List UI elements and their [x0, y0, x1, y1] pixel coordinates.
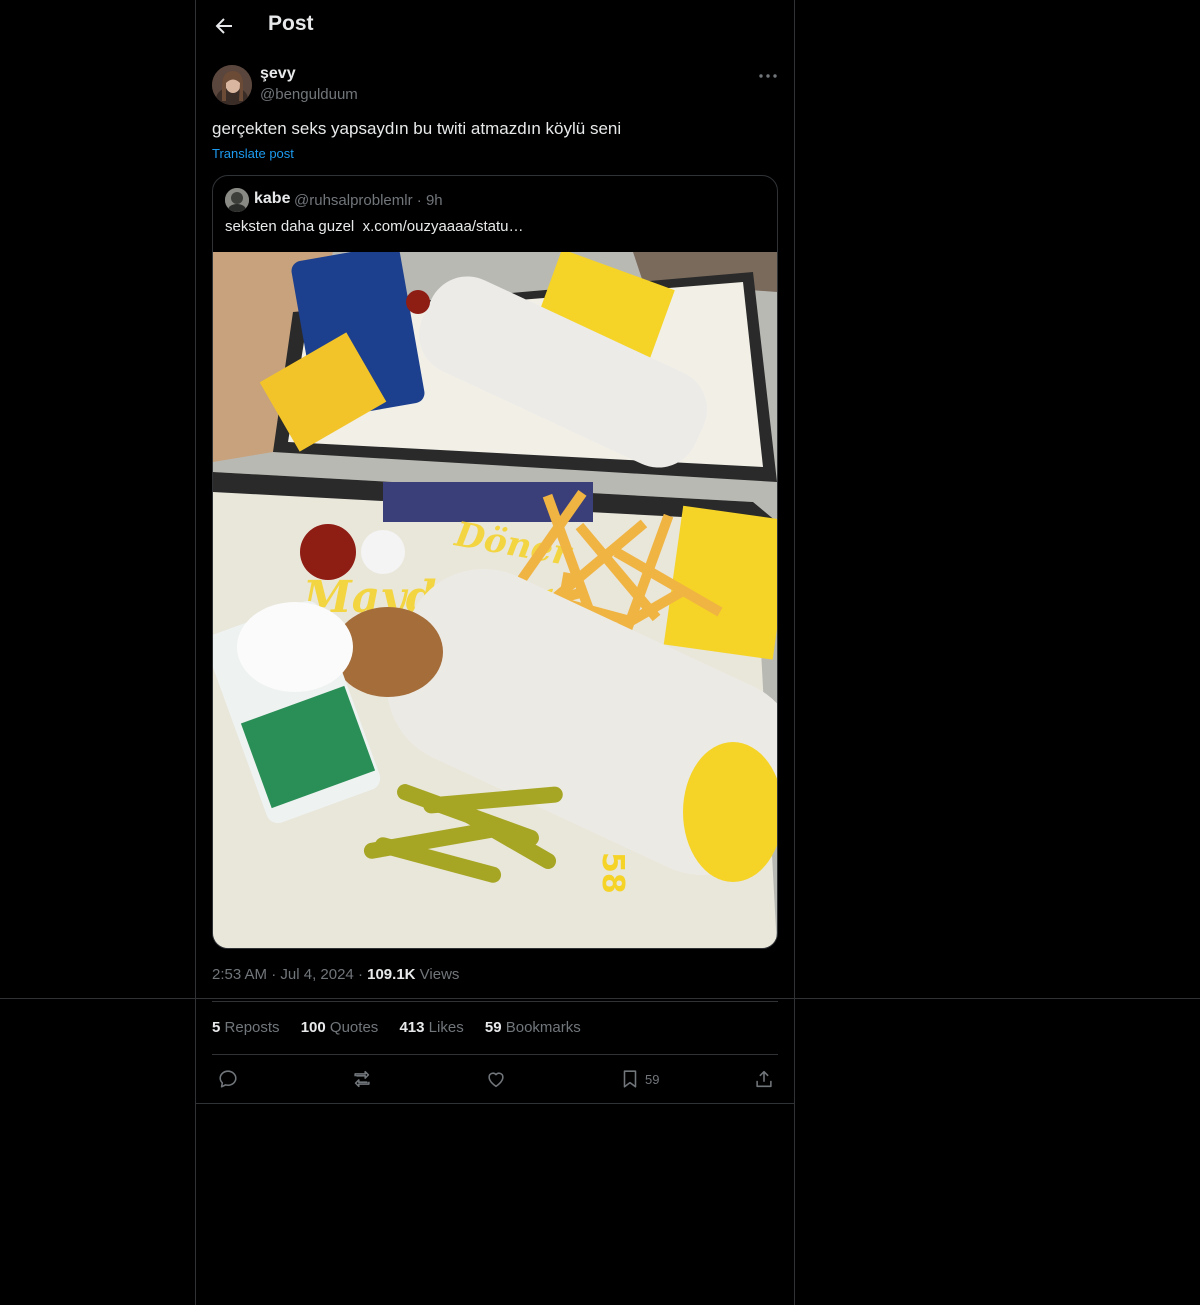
reply-icon — [219, 1070, 237, 1088]
quoted-post-time: 9h — [425, 192, 443, 209]
meta-separator: · — [357, 966, 363, 983]
quoted-author-avatar — [225, 188, 249, 212]
bookmarks-stat[interactable]: 59 Bookmarks — [485, 1019, 581, 1036]
quotes-stat[interactable]: 100 Quotes — [301, 1019, 379, 1036]
page-title: Post — [268, 12, 314, 35]
more-options-icon[interactable] — [756, 64, 780, 88]
bookmarks-label: Bookmarks — [505, 1019, 581, 1036]
share-button[interactable] — [753, 1067, 775, 1091]
meta-separator: · — [271, 966, 277, 983]
post-text: gerçekten seks yapsaydın bu twiti atmazd… — [212, 119, 622, 138]
bookmark-count: 59 — [645, 1071, 660, 1087]
reposts-stat[interactable]: 5 Reposts — [212, 1019, 280, 1036]
quoted-post[interactable]: kabe @ruhsalproblemlr · 9h seksten daha … — [212, 175, 778, 949]
quoted-post-link[interactable]: x.com/ouzyaaaa/statu… — [363, 218, 524, 235]
quoted-author-handle: @ruhsalproblemlr — [294, 192, 413, 209]
likes-label: Likes — [428, 1019, 464, 1036]
quoted-post-text: seksten daha guzel x.com/ouzyaaaa/statu… — [225, 218, 524, 235]
divider — [196, 1103, 794, 1104]
author-display-name[interactable]: şevy — [260, 65, 296, 83]
like-button[interactable] — [485, 1067, 507, 1091]
meta-separator: · — [416, 192, 422, 209]
action-bar: 59 — [196, 1055, 794, 1103]
heart-icon — [488, 1072, 504, 1088]
repost-icon — [354, 1070, 370, 1088]
reply-button[interactable] — [217, 1067, 239, 1091]
main-column: Post şevy @bengulduum gerçekten seks yap… — [195, 0, 795, 1305]
author-avatar[interactable] — [212, 65, 252, 105]
views-count: 109.1K — [367, 966, 416, 983]
tray-number-text: 58 — [595, 852, 630, 894]
bookmark-button[interactable]: 59 — [619, 1067, 659, 1091]
repost-button[interactable] — [351, 1067, 373, 1091]
quoted-author-name: kabe — [254, 190, 291, 207]
horizontal-rule — [0, 998, 1200, 999]
post-metadata: 2:53 AM · Jul 4, 2024 · 109.1K Views — [212, 966, 459, 983]
reposts-label: Reposts — [224, 1019, 280, 1036]
views-label: Views — [419, 966, 460, 983]
post-stats: 5 Reposts 100 Quotes 413 Likes 59 Bookma… — [212, 1019, 598, 1036]
quoted-text: seksten daha guzel — [225, 218, 355, 235]
bookmarks-count: 59 — [484, 1019, 502, 1036]
bookmark-icon — [623, 1070, 637, 1088]
post-date[interactable]: Jul 4, 2024 — [280, 966, 353, 983]
quotes-count: 100 — [300, 1019, 326, 1036]
post-time[interactable]: 2:53 AM — [212, 966, 267, 983]
author-handle[interactable]: @bengulduum — [260, 86, 358, 103]
reposts-count: 5 — [212, 1019, 221, 1036]
quoted-author-meta: @ruhsalproblemlr · 9h — [294, 192, 443, 209]
page-header: Post — [196, 0, 794, 53]
quotes-label: Quotes — [329, 1019, 379, 1036]
likes-count: 413 — [399, 1019, 425, 1036]
translate-post-link[interactable]: Translate post — [212, 146, 294, 161]
share-icon — [756, 1070, 772, 1088]
divider — [212, 1001, 778, 1002]
quoted-post-photo[interactable]: Maydonoz Döner 58 — [213, 245, 777, 948]
likes-stat[interactable]: 413 Likes — [399, 1019, 463, 1036]
back-arrow-icon[interactable] — [212, 14, 236, 38]
